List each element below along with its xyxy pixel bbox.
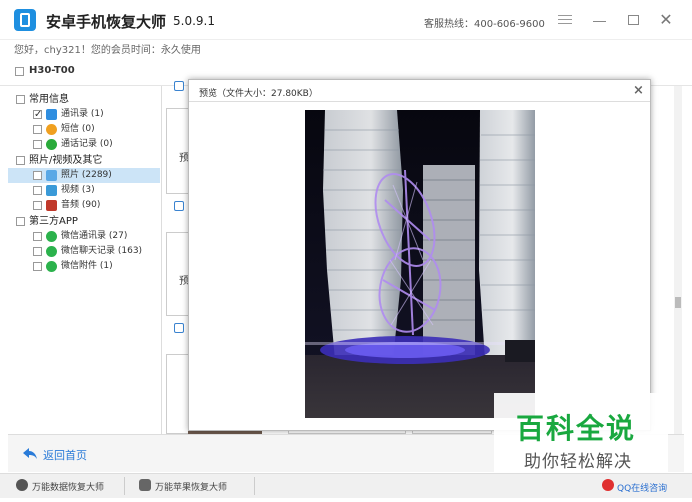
item-label: 微信通讯录 (27) xyxy=(61,231,128,241)
photo-icon xyxy=(46,170,57,181)
menu-icon[interactable] xyxy=(557,12,573,28)
category-checkbox[interactable] xyxy=(16,156,25,165)
status-divider xyxy=(124,477,125,495)
preview-photo xyxy=(305,110,535,418)
night-city-photo xyxy=(305,110,535,418)
item-checkbox[interactable] xyxy=(33,125,42,134)
category-common-info[interactable]: 常用信息 xyxy=(8,92,160,107)
app-version: 5.0.9.1 xyxy=(173,14,215,28)
watermark: 百科全说 助你轻松解决 xyxy=(494,393,668,473)
item-label: 微信聊天记录 (163) xyxy=(61,246,143,256)
minimize-button[interactable] xyxy=(592,12,608,28)
video-icon xyxy=(46,185,57,196)
category-label: 照片/视频及其它 xyxy=(29,155,103,166)
sidebar-item-videos[interactable]: 视频 (3) xyxy=(8,183,160,198)
scrollbar-thumb[interactable] xyxy=(675,297,681,308)
qq-support-link[interactable]: QQ在线咨询 xyxy=(617,481,667,494)
item-checkbox[interactable] xyxy=(33,140,42,149)
close-window-button[interactable]: ✕ xyxy=(658,12,674,28)
device-name: H30-T00 xyxy=(29,65,75,76)
item-label: 照片 (2289) xyxy=(61,170,112,180)
item-checkbox[interactable] xyxy=(33,262,42,271)
item-checkbox[interactable] xyxy=(33,201,42,210)
sidebar-item-sms[interactable]: 短信 (0) xyxy=(8,122,160,137)
thumbnail-checkbox[interactable] xyxy=(174,201,184,211)
item-checkbox[interactable] xyxy=(33,110,42,119)
data-recovery-icon xyxy=(16,479,28,491)
sidebar-item-wechat-contacts[interactable]: 微信通讯录 (27) xyxy=(8,229,160,244)
preview-close-button[interactable]: × xyxy=(633,83,644,98)
sidebar-item-wechat-chats[interactable]: 微信聊天记录 (163) xyxy=(8,244,160,259)
item-label: 通讯录 (1) xyxy=(61,109,104,119)
apple-recovery-link[interactable]: 万能苹果恢复大师 xyxy=(155,480,227,493)
wechat-icon xyxy=(46,246,57,257)
contacts-icon xyxy=(46,109,57,120)
call-log-icon xyxy=(46,139,57,150)
preview-header: 预览（文件大小：27.80KB） × xyxy=(189,80,650,102)
category-media[interactable]: 照片/视频及其它 xyxy=(8,153,160,168)
app-logo-icon xyxy=(14,9,36,31)
sidebar-item-wechat-attachments[interactable]: 微信附件 (1) xyxy=(8,259,160,274)
status-divider xyxy=(254,477,255,495)
sidebar-item-contacts[interactable]: 通讯录 (1) xyxy=(8,107,160,122)
hotline-text: 客服热线：400-606-9600 xyxy=(424,19,545,30)
preview-title: 预览（文件大小：27.80KB） xyxy=(199,89,318,99)
back-home-link[interactable]: 返回首页 xyxy=(43,447,87,463)
thumbnail-checkbox[interactable] xyxy=(174,323,184,333)
item-label: 通话记录 (0) xyxy=(61,139,113,149)
sms-icon xyxy=(46,124,57,135)
qq-icon xyxy=(602,479,614,491)
item-label: 音频 (90) xyxy=(61,200,101,210)
sidebar-item-call-log[interactable]: 通话记录 (0) xyxy=(8,137,160,152)
member-greeting: 您好，chy321！您的会员时间：永久使用 xyxy=(14,45,201,56)
wechat-icon xyxy=(46,261,57,272)
category-checkbox[interactable] xyxy=(16,95,25,104)
wechat-icon xyxy=(46,231,57,242)
watermark-subtitle: 助你轻松解决 xyxy=(524,452,632,472)
watermark-title: 百科全说 xyxy=(516,412,637,445)
category-third-party[interactable]: 第三方APP xyxy=(8,214,160,229)
audio-icon xyxy=(46,200,57,211)
device-checkbox[interactable] xyxy=(15,67,24,76)
scrollbar-track[interactable] xyxy=(674,86,682,434)
category-sidebar: 常用信息 通讯录 (1) 短信 (0) 通话记录 (0) 照片/视频及其它 照片… xyxy=(8,86,162,434)
category-label: 常用信息 xyxy=(29,94,69,105)
item-label: 微信附件 (1) xyxy=(61,261,113,271)
app-title: 安卓手机恢复大师 xyxy=(46,13,167,31)
item-checkbox[interactable] xyxy=(33,186,42,195)
maximize-button[interactable] xyxy=(626,12,642,28)
item-label: 短信 (0) xyxy=(61,124,95,134)
item-checkbox[interactable] xyxy=(33,171,42,180)
sidebar-item-photos[interactable]: 照片 (2289) xyxy=(8,168,160,183)
category-checkbox[interactable] xyxy=(16,217,25,226)
item-checkbox[interactable] xyxy=(33,247,42,256)
status-bar: 万能数据恢复大师 万能苹果恢复大师 QQ在线咨询 xyxy=(0,473,692,498)
thumbnail-checkbox[interactable] xyxy=(174,81,184,91)
sidebar-item-audio[interactable]: 音频 (90) xyxy=(8,198,160,213)
thumbnail-card[interactable] xyxy=(166,354,190,434)
title-bar: 安卓手机恢复大师 5.0.9.1 客服热线：400-606-9600 ✕ xyxy=(0,0,692,40)
category-label: 第三方APP xyxy=(29,216,78,227)
data-recovery-link[interactable]: 万能数据恢复大师 xyxy=(32,480,104,493)
apple-icon xyxy=(139,479,151,491)
preview-dialog: 预览（文件大小：27.80KB） × xyxy=(188,79,651,431)
item-label: 视频 (3) xyxy=(61,185,95,195)
item-checkbox[interactable] xyxy=(33,232,42,241)
back-arrow-icon[interactable] xyxy=(22,447,38,461)
